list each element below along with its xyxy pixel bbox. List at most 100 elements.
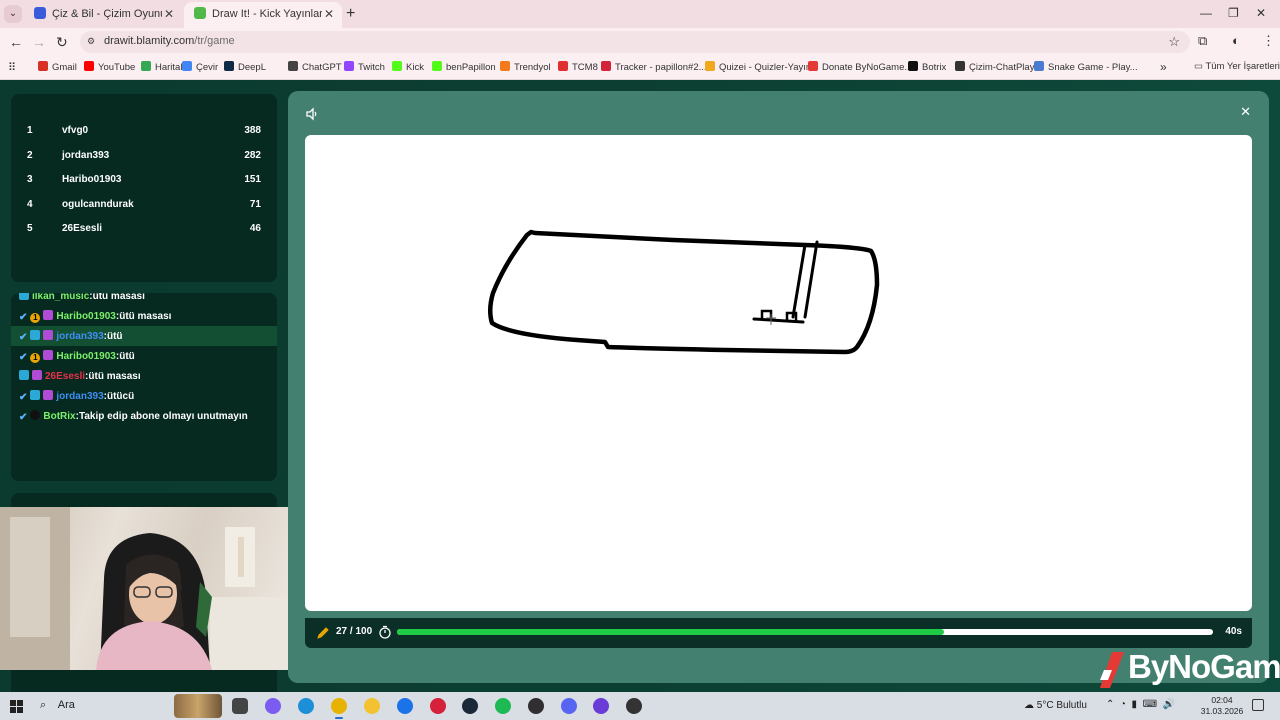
tab-favicon-icon bbox=[194, 7, 206, 19]
bookmark-item[interactable]: benPapillon bbox=[432, 61, 496, 73]
bookmark-item[interactable]: Kick bbox=[392, 61, 424, 73]
tab-active[interactable]: Draw It! - Kick Yayınları İçin Çizim ✕ bbox=[184, 2, 342, 28]
bookmark-item[interactable]: Donate ByNoGame... bbox=[808, 61, 912, 73]
opera-icon[interactable] bbox=[430, 698, 446, 714]
obs-icon[interactable] bbox=[528, 698, 544, 714]
spotify-icon[interactable] bbox=[495, 698, 511, 714]
copilot-icon[interactable] bbox=[265, 698, 281, 714]
new-tab-button[interactable]: + bbox=[346, 5, 355, 23]
bookmark-item[interactable]: YouTube bbox=[84, 61, 135, 73]
reload-icon[interactable]: ↻ bbox=[56, 34, 68, 50]
leaderboard-name: Haribo01903 bbox=[62, 174, 122, 186]
tab-inactive[interactable]: Çiz & Bil - Çizim Oyunu ✕ bbox=[24, 2, 182, 28]
sound-speaker-icon[interactable] bbox=[305, 107, 319, 121]
bookmark-label: Tracker - papillon#2... bbox=[615, 62, 707, 73]
profile-avatar-icon[interactable]: ◐ bbox=[1232, 33, 1240, 48]
search-highlight-image[interactable] bbox=[174, 694, 222, 718]
bookmark-item[interactable]: Çevir bbox=[182, 61, 218, 73]
tab-favicon-icon bbox=[34, 7, 46, 19]
bookmark-item[interactable]: Tracker - papillon#2... bbox=[601, 61, 707, 73]
chat-username[interactable]: 26Esesli bbox=[45, 371, 85, 382]
chat-text: ütü masası bbox=[92, 293, 145, 302]
address-bar[interactable]: ⚙ drawit.blamity.com/tr/game ☆ bbox=[80, 31, 1190, 53]
bynogame-watermark: ByNoGame bbox=[1098, 646, 1280, 690]
notification-icon[interactable] bbox=[1252, 699, 1264, 711]
bookmark-label: Snake Game - Play... bbox=[1048, 62, 1138, 73]
bookmark-favicon-icon bbox=[141, 61, 151, 71]
leaderboard-row: 2 jordan393 282 bbox=[11, 146, 277, 166]
mail-icon[interactable] bbox=[397, 698, 413, 714]
url-text[interactable]: drawit.blamity.com/tr/game bbox=[104, 35, 235, 47]
leaderboard-name: vfvg0 bbox=[62, 125, 89, 136]
bookmarks-overflow-button[interactable]: » bbox=[1160, 60, 1167, 74]
close-window-button[interactable]: ✕ bbox=[1256, 6, 1266, 20]
game-status-bar: 27 / 100 40s bbox=[305, 618, 1252, 648]
drawing-strokes bbox=[488, 229, 880, 355]
maximize-button[interactable]: ❐ bbox=[1228, 6, 1239, 20]
bookmark-item[interactable]: Trendyol bbox=[500, 61, 551, 73]
bookmark-item[interactable]: ChatGPT bbox=[288, 61, 342, 73]
bookmark-favicon-icon bbox=[84, 61, 94, 71]
bookmark-label: Çizim-ChatPlay bbox=[969, 62, 1035, 73]
chat-username[interactable]: jordan393 bbox=[56, 331, 103, 342]
bookmark-star-icon[interactable]: ☆ bbox=[1168, 34, 1180, 50]
back-arrow-icon[interactable]: ← bbox=[9, 34, 23, 50]
tab-search-chevron-down-icon[interactable]: ⌄ bbox=[4, 5, 22, 23]
windows-start-icon[interactable] bbox=[10, 700, 23, 713]
site-info-icon[interactable]: ⚙ bbox=[87, 36, 99, 48]
timer-progress-track bbox=[397, 629, 1213, 635]
edge-icon[interactable] bbox=[298, 698, 314, 714]
leaderboard-row: 5 26Esesli 46 bbox=[11, 219, 277, 239]
tab-close-icon[interactable]: ✕ bbox=[164, 2, 174, 26]
bynogame-logo-icon bbox=[1100, 652, 1124, 688]
bookmark-item[interactable]: Gmail bbox=[38, 61, 77, 73]
bookmark-item[interactable]: TCM8 bbox=[558, 61, 598, 73]
bookmark-item[interactable]: Snake Game - Play... bbox=[1034, 61, 1138, 73]
chat-username[interactable]: ilkan_music bbox=[32, 293, 89, 302]
drawing-canvas[interactable] bbox=[305, 135, 1252, 611]
chat-text: ütücü bbox=[106, 391, 135, 402]
all-bookmarks-folder[interactable]: ▭ Tüm Yer İşaretleri bbox=[1194, 61, 1280, 72]
taskbar-search[interactable]: ⌕ Ara bbox=[40, 699, 75, 712]
task-view-icon[interactable] bbox=[232, 698, 248, 714]
moderator-sword-icon: ✔ bbox=[19, 392, 28, 403]
draw-it-game-panel: ✕ 27 / 100 40s bbox=[288, 91, 1269, 683]
app-purple-icon[interactable] bbox=[593, 698, 609, 714]
forward-arrow-icon[interactable]: → bbox=[32, 34, 46, 50]
file-explorer-icon[interactable] bbox=[364, 698, 380, 714]
discord-icon[interactable] bbox=[561, 698, 577, 714]
weather-widget[interactable]: ☁ 5°C Bulutlu bbox=[1024, 700, 1087, 711]
chat-username[interactable]: Haribo01903 bbox=[56, 311, 115, 322]
leaderboard-name: jordan393 bbox=[62, 149, 110, 161]
bot-badge-icon bbox=[30, 410, 41, 420]
app-dark-icon[interactable] bbox=[626, 698, 642, 714]
chat-username[interactable]: BotRix bbox=[43, 411, 75, 422]
bookmark-item[interactable]: Twitch bbox=[344, 61, 385, 73]
tab-strip: ⌄ Çiz & Bil - Çizim Oyunu ✕ Draw It! - K… bbox=[0, 0, 1280, 28]
bookmark-item[interactable]: DeepL bbox=[224, 61, 266, 73]
leaderboard-score: 151 bbox=[244, 174, 261, 186]
leaderboard-rank: 3 bbox=[27, 174, 33, 186]
watermark-text: ByNoGame bbox=[1128, 648, 1280, 685]
steam-icon[interactable] bbox=[462, 698, 478, 714]
minimize-button[interactable]: — bbox=[1200, 6, 1212, 20]
extensions-puzzle-icon[interactable]: ⧉ bbox=[1198, 33, 1207, 49]
taskbar-clock[interactable]: 02:04 31.03.2026 bbox=[1200, 695, 1244, 717]
bookmark-item[interactable]: Quizei - Quizler-Yayın bbox=[705, 61, 811, 73]
tab-close-icon[interactable]: ✕ bbox=[324, 2, 334, 26]
bookmark-item[interactable]: Botrix bbox=[908, 61, 946, 73]
close-game-icon[interactable]: ✕ bbox=[1240, 105, 1251, 119]
windows-taskbar: ⌕ Ara ☁ 5°C Bulutlu ⌃ ◔ ▮ ⌨ 🔊 02:04 31.0… bbox=[0, 692, 1280, 720]
system-tray[interactable]: ⌃ ◔ ▮ ⌨ 🔊 bbox=[1106, 699, 1175, 710]
apps-grid-icon[interactable]: ⠿ bbox=[8, 61, 16, 74]
chrome-icon[interactable] bbox=[331, 698, 347, 719]
bookmark-favicon-icon bbox=[182, 61, 192, 71]
chat-username[interactable]: Haribo01903 bbox=[56, 351, 115, 362]
chat-username[interactable]: jordan393 bbox=[56, 391, 103, 402]
bookmark-favicon-icon bbox=[500, 61, 510, 71]
chat-message: 26Esesli:ütü masası bbox=[11, 366, 277, 386]
chat-message: ✔ 1 Haribo01903:ütü masası bbox=[11, 306, 277, 326]
chat-message: ✔ jordan393:ütücü bbox=[11, 386, 277, 406]
bookmark-item[interactable]: Çizim-ChatPlay bbox=[955, 61, 1034, 73]
menu-kebab-icon[interactable]: ⋮ bbox=[1262, 33, 1275, 49]
